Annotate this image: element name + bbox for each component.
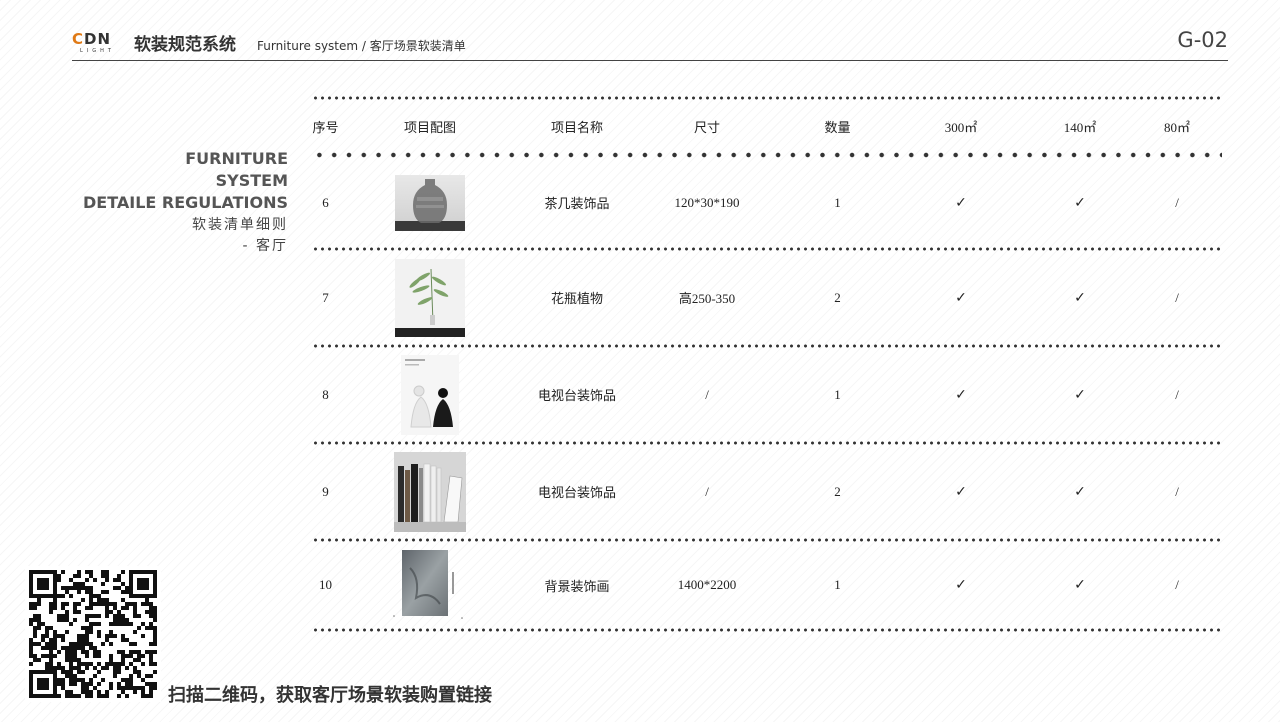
painting-image — [390, 548, 470, 622]
figurine-image — [401, 354, 459, 435]
row-number: 8 — [322, 386, 329, 402]
column-header: 尺寸 — [693, 119, 720, 135]
system-title: 软装规范系统 — [134, 35, 236, 55]
not-applicable: / — [1175, 194, 1179, 210]
column-header: 序号 — [312, 119, 339, 135]
table-row: 6 茶几装饰品 120*30*190 1 ✓ ✓ / — [312, 158, 1222, 247]
qr-code-icon[interactable] — [25, 566, 161, 702]
column-header: 数量 — [824, 119, 851, 135]
item-size: / — [705, 483, 709, 499]
heading-en-line3: DETAILE REGULATIONS — [82, 193, 288, 212]
column-header: 项目配图 — [403, 119, 456, 135]
check-mark: ✓ — [955, 386, 967, 403]
check-mark: ✓ — [955, 194, 967, 211]
books-image — [394, 451, 466, 532]
plant-vase-image — [395, 258, 465, 337]
item-quantity: 2 — [834, 289, 841, 305]
item-name: 电视台装饰品 — [537, 485, 616, 500]
item-quantity: 1 — [834, 194, 841, 210]
not-applicable: / — [1175, 386, 1179, 402]
section-heading: FURNITURE SYSTEM DETAILE REGULATIONS 软装清… — [60, 148, 288, 256]
qr-caption: 扫描二维码，获取客厅场景软装购置链接 — [168, 685, 492, 706]
page-subtitle: Furniture system / 客厅场景软装清单 — [257, 39, 466, 53]
table-row: 9 电视台装饰品 / 2 ✓ ✓ / — [312, 445, 1222, 538]
item-size: 1400*2200 — [677, 577, 737, 592]
row-number: 7 — [322, 289, 329, 305]
row-number: 9 — [322, 483, 329, 499]
heading-cn-line1: 软装清单细则 — [192, 217, 288, 233]
item-quantity: 1 — [834, 386, 841, 402]
not-applicable: / — [1175, 577, 1179, 592]
check-mark: ✓ — [1074, 194, 1086, 211]
table-header: 序号 项目配图 项目名称 尺寸 数量 300㎡ 140㎡ 80㎡ — [312, 100, 1222, 152]
divider — [312, 628, 1222, 632]
check-mark: ✓ — [955, 577, 967, 593]
column-header: 项目名称 — [550, 119, 603, 135]
furnishing-table: 序号 项目配图 项目名称 尺寸 数量 300㎡ 140㎡ 80㎡ 6 茶几装饰品… — [312, 96, 1222, 632]
table-row: 8 电视台装饰品 / 1 ✓ ✓ / — [312, 348, 1222, 441]
table-row: 10 背景装饰画 1400*2200 1 ✓ ✓ / — [312, 542, 1222, 628]
table-row: 7 花瓶植物 高250-350 2 ✓ ✓ / — [312, 251, 1222, 344]
column-header: 140㎡ — [1063, 119, 1097, 135]
check-mark: ✓ — [1074, 386, 1086, 403]
column-header: 300㎡ — [944, 119, 978, 135]
heading-en-line2: SYSTEM — [215, 171, 288, 190]
glass-vase-image — [395, 174, 465, 231]
not-applicable: / — [1175, 289, 1179, 305]
check-mark: ✓ — [1074, 483, 1086, 500]
page-code: G-02 — [1177, 28, 1228, 52]
check-mark: ✓ — [955, 483, 967, 500]
check-mark: ✓ — [1074, 289, 1086, 306]
check-mark: ✓ — [955, 289, 967, 306]
item-name: 花瓶植物 — [550, 291, 603, 306]
item-name: 电视台装饰品 — [537, 388, 616, 403]
check-mark: ✓ — [1074, 577, 1086, 593]
item-size: / — [705, 386, 709, 402]
heading-cn-line2: - 客厅 — [242, 238, 288, 254]
item-size: 高250-350 — [678, 291, 736, 306]
page-header: CDN LIGHT 软装规范系统 Furniture system / 客厅场景… — [72, 28, 1228, 61]
heading-en-line1: FURNITURE — [185, 149, 288, 168]
item-name: 背景装饰画 — [544, 578, 610, 594]
item-name: 茶几装饰品 — [544, 196, 610, 211]
item-size: 120*30*190 — [674, 194, 740, 210]
item-quantity: 2 — [834, 483, 841, 499]
item-quantity: 1 — [834, 577, 841, 592]
row-number: 6 — [322, 194, 329, 210]
row-number: 10 — [319, 577, 332, 592]
brand-logo: CDN LIGHT — [72, 30, 115, 55]
not-applicable: / — [1175, 483, 1179, 499]
column-header: 80㎡ — [1163, 119, 1190, 135]
